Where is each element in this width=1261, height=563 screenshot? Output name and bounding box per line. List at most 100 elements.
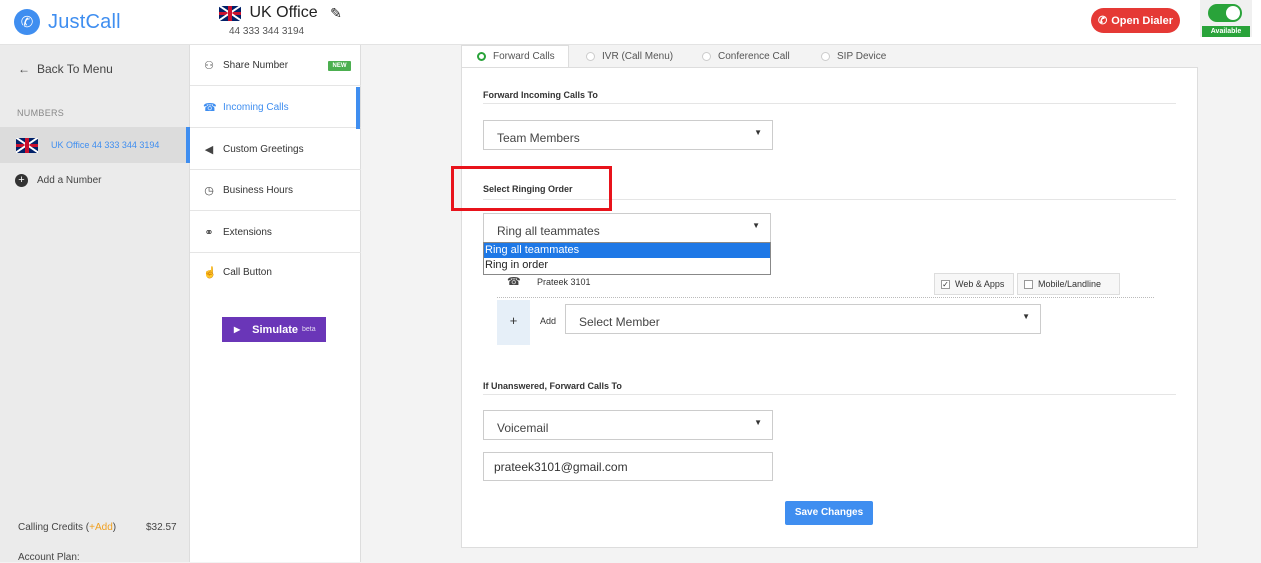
tab-label: Forward Calls: [493, 51, 555, 62]
add-label: Add: [540, 316, 557, 326]
radio-icon: [702, 51, 711, 61]
ringing-order-select[interactable]: Ring all teammates ▼: [483, 213, 771, 243]
clock-icon: ◷: [204, 185, 214, 197]
open-dialer-button[interactable]: ✆ Open Dialer: [1091, 8, 1180, 33]
menu-item-business-hours[interactable]: ◷ Business Hours: [190, 170, 361, 211]
add-member-plus-button[interactable]: +: [497, 300, 530, 345]
caret-down-icon: ▼: [754, 128, 762, 137]
highlight-box: [451, 166, 612, 211]
mobile-landline-checkbox[interactable]: Mobile/Landline: [1017, 273, 1120, 295]
option-ring-all[interactable]: Ring all teammates: [484, 243, 770, 258]
uk-flag-icon: [16, 138, 38, 153]
caret-down-icon: ▼: [754, 418, 762, 427]
left-sidebar: [0, 45, 190, 562]
active-number-indicator: [186, 127, 190, 163]
uk-flag-icon: [219, 5, 241, 21]
number-item-label: UK Office 44 333 344 3194: [51, 140, 160, 150]
credits-paren: ): [112, 522, 117, 533]
caret-down-icon: ▼: [1022, 312, 1030, 321]
plus-circle-icon: +: [15, 174, 28, 187]
select-value: Voicemail: [497, 421, 549, 435]
account-plan-label: Account Plan:: [18, 552, 80, 563]
divider: [483, 103, 1176, 104]
select-value: Ring all teammates: [497, 224, 600, 238]
phone-icon: ☎: [203, 102, 217, 114]
select-member-dropdown[interactable]: Select Member ▼: [565, 304, 1041, 334]
share-icon: ⚇: [204, 60, 214, 72]
menu-item-incoming-calls[interactable]: ☎ Incoming Calls: [190, 87, 361, 128]
unanswered-title: If Unanswered, Forward Calls To: [483, 381, 622, 391]
back-to-menu-link[interactable]: ← Back To Menu: [18, 62, 113, 76]
credits-label: Calling Credits (: [18, 522, 90, 533]
beta-label: beta: [302, 326, 316, 333]
radio-selected-icon: [477, 52, 486, 61]
tab-label: Conference Call: [718, 50, 790, 62]
menu-item-custom-greetings[interactable]: ◀ Custom Greetings: [190, 129, 361, 170]
menu-item-label: Extensions: [223, 227, 272, 238]
tab-sip-device[interactable]: SIP Device: [821, 45, 886, 67]
tab-ivr[interactable]: IVR (Call Menu): [586, 45, 673, 67]
logo-text: JustCall: [48, 10, 121, 33]
arrow-left-icon: ←: [18, 62, 30, 76]
menu-item-label: Incoming Calls: [223, 102, 289, 113]
add-number-label: Add a Number: [37, 175, 102, 186]
tab-label: IVR (Call Menu): [602, 50, 674, 62]
pointer-icon: ☝: [203, 267, 217, 279]
forward-to-select[interactable]: Team Members ▼: [483, 120, 773, 150]
add-number-link[interactable]: + Add a Number: [15, 174, 101, 187]
unanswered-forward-select[interactable]: Voicemail ▼: [483, 410, 773, 440]
check-icon: ✓: [941, 279, 950, 289]
credits-value: $32.57: [146, 522, 177, 533]
radio-icon: [821, 51, 830, 61]
number-value: 44 333 344 3194: [229, 26, 305, 37]
checkbox-empty-icon: [1024, 279, 1033, 289]
availability-label: Available: [1202, 26, 1250, 37]
tab-forward-calls[interactable]: Forward Calls: [461, 45, 569, 67]
input-value: prateek3101@gmail.com: [494, 460, 628, 474]
call-mode-tabs: Forward Calls IVR (Call Menu) Conference…: [461, 45, 1198, 67]
link-icon: ⚭: [204, 227, 214, 239]
add-credits-link[interactable]: +Add: [89, 522, 113, 533]
phone-logo-icon: ✆: [14, 9, 40, 35]
save-changes-button[interactable]: Save Changes: [785, 501, 873, 525]
phone-icon: ☎: [507, 276, 521, 288]
caret-down-icon: ▼: [752, 221, 760, 230]
justcall-logo[interactable]: ✆ JustCall: [14, 7, 124, 37]
open-dialer-label: Open Dialer: [1111, 14, 1173, 27]
number-title: UK Office ✎ 44 333 344 3194: [219, 4, 342, 40]
checkbox-label: Web & Apps: [955, 279, 1005, 289]
divider: [483, 394, 1176, 395]
play-icon: ▶: [234, 325, 241, 334]
voicemail-email-input[interactable]: prateek3101@gmail.com: [483, 452, 773, 481]
sidebar-number-uk-office[interactable]: UK Office 44 333 344 3194: [0, 127, 190, 163]
availability-toggle[interactable]: Available: [1200, 0, 1252, 37]
menu-item-share-number[interactable]: ⚇ Share Number NEW: [190, 45, 361, 86]
select-value: Select Member: [579, 315, 660, 329]
select-value: Team Members: [497, 131, 580, 145]
numbers-section-label: NUMBERS: [17, 108, 65, 118]
phone-icon: ✆: [1098, 15, 1108, 27]
number-name: UK Office: [249, 4, 318, 21]
checkbox-label: Mobile/Landline: [1038, 279, 1102, 289]
menu-item-label: Business Hours: [223, 185, 294, 196]
tab-conference-call[interactable]: Conference Call: [702, 45, 790, 67]
calling-credits: Calling Credits (+Add): [18, 522, 116, 533]
edit-pencil-icon[interactable]: ✎: [330, 5, 342, 21]
menu-item-extensions[interactable]: ⚭ Extensions: [190, 212, 361, 253]
toggle-switch[interactable]: [1208, 4, 1242, 22]
web-apps-checkbox[interactable]: ✓ Web & Apps: [934, 273, 1014, 295]
forward-section-title: Forward Incoming Calls To: [483, 90, 598, 100]
speaker-icon: ◀: [204, 144, 214, 156]
menu-item-label: Share Number: [223, 60, 289, 71]
toggle-knob: [1226, 6, 1240, 20]
simulate-button[interactable]: ▶ Simulate beta: [222, 317, 326, 342]
ringing-order-options[interactable]: Ring all teammates Ring in order: [483, 242, 771, 275]
back-label: Back To Menu: [37, 62, 113, 76]
tab-label: SIP Device: [837, 50, 887, 62]
simulate-label: Simulate: [252, 323, 299, 336]
menu-item-label: Custom Greetings: [223, 144, 304, 155]
menu-item-call-button[interactable]: ☝ Call Button: [190, 252, 361, 293]
settings-menu: ⚇ Share Number NEW ☎ Incoming Calls ◀ Cu…: [190, 45, 361, 562]
active-menu-indicator: [356, 87, 360, 129]
option-ring-in-order[interactable]: Ring in order: [484, 258, 770, 273]
